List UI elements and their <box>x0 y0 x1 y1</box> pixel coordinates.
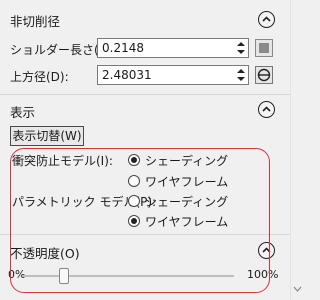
top-diameter-label: 上方径(D): <box>10 70 69 84</box>
cut-diameter-header: 非切削径 <box>0 6 290 32</box>
square-block-icon <box>259 43 269 53</box>
shoulder-length-field[interactable]: 0.2148 <box>97 38 249 58</box>
highlight-outline <box>10 148 270 293</box>
chevron-up-icon <box>262 16 271 22</box>
scrollbar[interactable] <box>290 0 303 300</box>
top-diameter-field[interactable]: 2.48031 <box>97 65 249 85</box>
cut-diameter-collapse-button[interactable] <box>258 11 275 28</box>
display-collapse-button[interactable] <box>258 101 275 118</box>
display-header: 表示 <box>0 97 290 123</box>
top-diameter-value: 2.48031 <box>102 68 152 82</box>
scroll-down-icon[interactable] <box>293 285 302 293</box>
chevron-up-icon <box>262 106 271 112</box>
display-title: 表示 <box>10 105 36 120</box>
shoulder-length-option-button[interactable] <box>255 39 273 57</box>
spin-arrows-icon[interactable] <box>237 67 245 83</box>
display-toggle-button[interactable]: 表示切替(W) <box>10 126 84 146</box>
section-divider <box>0 94 290 95</box>
top-diameter-option-button[interactable] <box>255 66 273 84</box>
spin-arrows-icon[interactable] <box>237 40 245 56</box>
cut-diameter-title: 非切削径 <box>10 14 61 29</box>
shoulder-length-value: 0.2148 <box>102 41 144 55</box>
circle-line-icon <box>257 68 271 82</box>
